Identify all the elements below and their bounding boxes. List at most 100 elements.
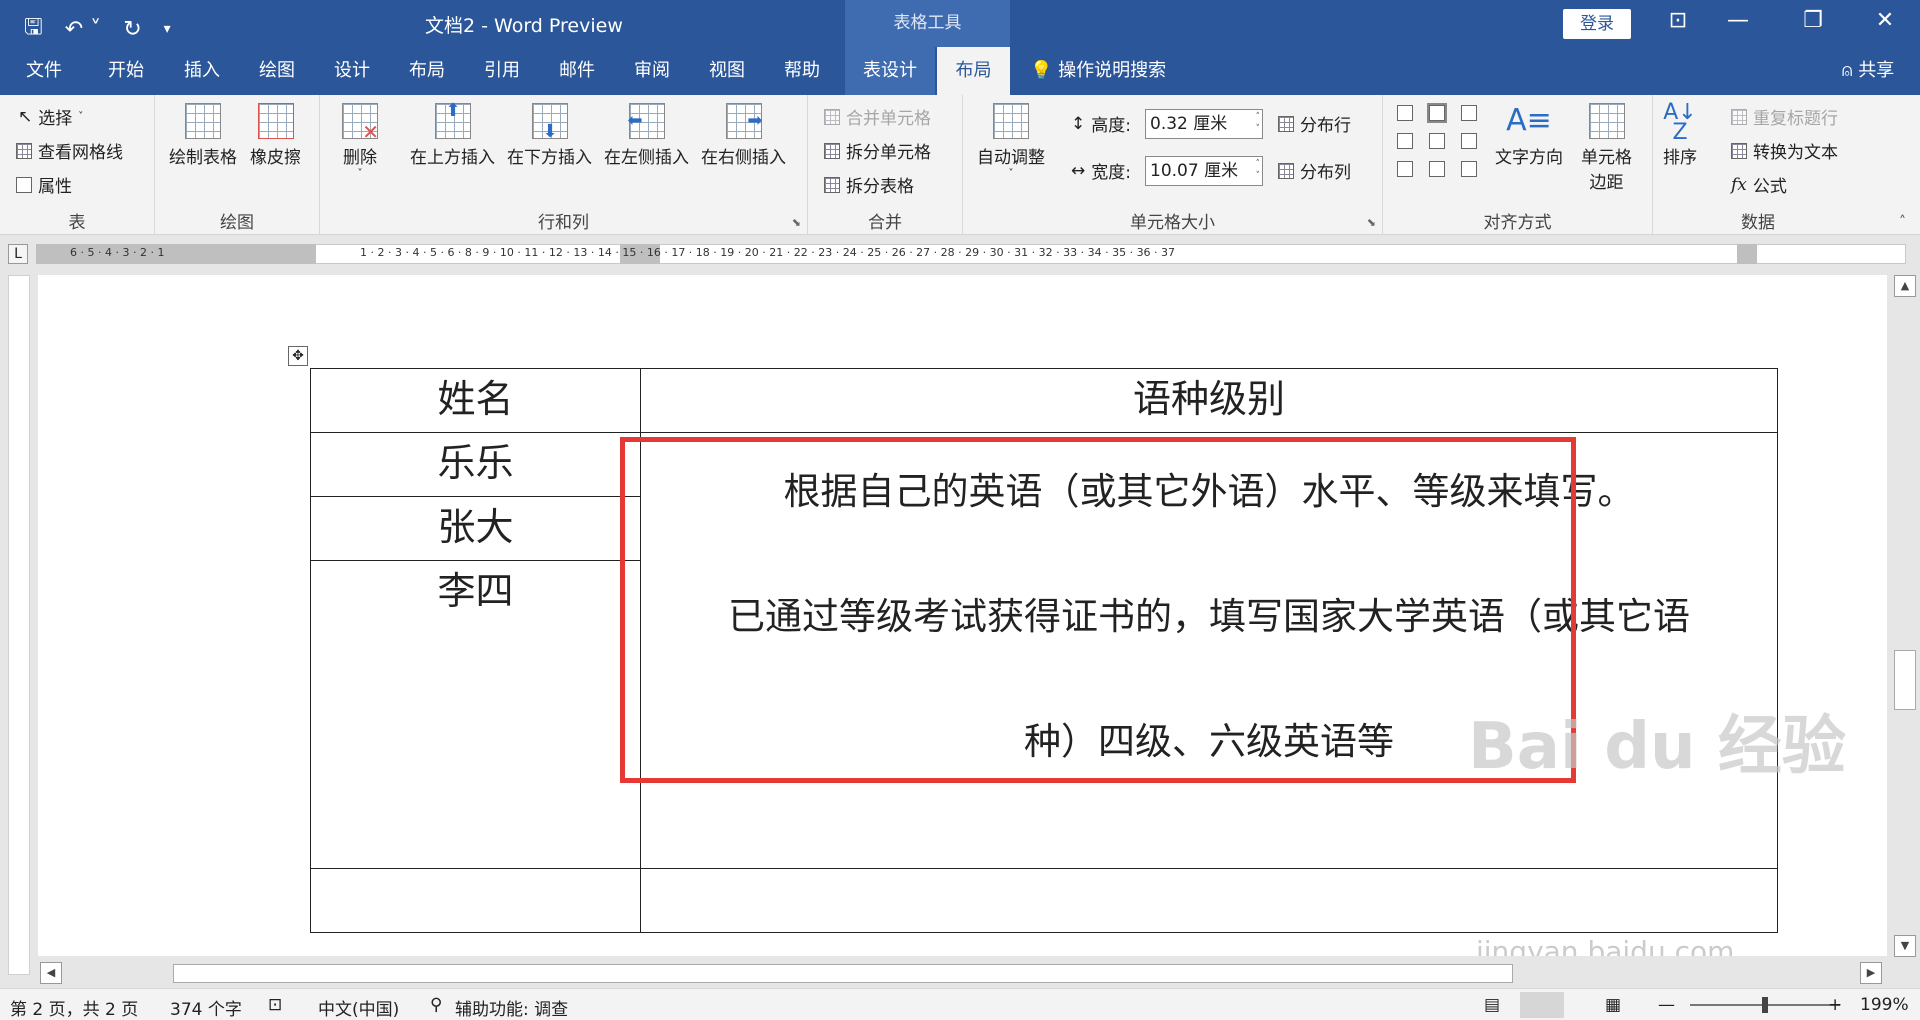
row-height-input[interactable]: 0.32 厘米 ˄ ˅ [1145, 109, 1263, 139]
delete-button[interactable]: ✕ 删除 ˅ [342, 103, 379, 179]
zoom-slider-thumb[interactable] [1762, 997, 1768, 1013]
scroll-down-icon[interactable]: ▼ [1894, 935, 1916, 957]
table-header-cell[interactable]: 语种级别 [640, 368, 1778, 433]
document-canvas[interactable]: ✥ 姓名 语种级别 乐乐 根据自己的英语（或其它外语）水平、等级来填写。 已通过… [38, 275, 1887, 956]
share-button[interactable]: ⍝ 共享 [1818, 47, 1918, 95]
scroll-right-icon[interactable]: ▶ [1860, 962, 1882, 984]
word-count[interactable]: 374 个字 [170, 995, 242, 1020]
table-cell[interactable] [310, 868, 641, 933]
vertical-scroll-thumb[interactable] [1894, 650, 1916, 710]
login-button[interactable]: 登录 [1563, 9, 1631, 39]
save-icon[interactable]: 🖫 [24, 10, 43, 48]
zoom-out-icon[interactable]: — [1658, 995, 1675, 1015]
tab-home[interactable]: 开始 [92, 47, 160, 95]
split-table-button[interactable]: 拆分表格 [824, 172, 914, 197]
group-label-data: 数据 [1741, 213, 1775, 233]
scroll-left-icon[interactable]: ◀ [40, 962, 62, 984]
align-middle-right-icon[interactable] [1461, 133, 1477, 149]
group-label-draw: 绘图 [220, 213, 254, 233]
tab-design[interactable]: 设计 [318, 47, 386, 95]
align-middle-left-icon[interactable] [1397, 133, 1413, 149]
tell-me-search[interactable]: 💡 操作说明搜索 [1030, 47, 1190, 95]
formula-button[interactable]: fx 公式 [1731, 172, 1787, 198]
convert-to-text-button[interactable]: 转换为文本 [1731, 138, 1838, 163]
align-top-center-icon[interactable] [1427, 103, 1447, 123]
merge-cells-button[interactable]: 合并单元格 [824, 104, 931, 129]
sort-button[interactable]: A↓ Z 排序 [1663, 102, 1697, 169]
column-width-input[interactable]: 10.07 厘米 ˄ ˅ [1145, 156, 1263, 186]
tab-table-layout[interactable]: 布局 [937, 47, 1010, 95]
eraser-button[interactable]: 橡皮擦 [250, 103, 301, 168]
draw-table-button[interactable]: 绘制表格 [169, 103, 237, 168]
align-bottom-left-icon[interactable] [1397, 161, 1413, 177]
select-button[interactable]: ↖ 选择 ˅ [18, 104, 83, 130]
insert-right-button[interactable]: ➡ 在右侧插入 [701, 103, 786, 168]
vertical-ruler[interactable] [8, 275, 30, 975]
horizontal-scrollbar[interactable]: ◀ ▶ [38, 961, 1886, 986]
tab-table-design[interactable]: 表设计 [845, 47, 935, 95]
horizontal-scroll-thumb[interactable] [173, 964, 1513, 983]
merge-cells-icon [824, 108, 840, 125]
split-cells-icon [824, 142, 840, 159]
autofit-button[interactable]: 自动调整 ˅ [977, 103, 1045, 179]
accessibility-status[interactable]: 辅助功能: 调查 [455, 995, 568, 1020]
table-cell[interactable]: 乐乐 [310, 432, 641, 497]
view-gridlines-button[interactable]: 查看网格线 [16, 138, 123, 163]
vertical-scrollbar[interactable]: ▲ ▼ [1890, 275, 1920, 961]
table-cell[interactable] [640, 868, 1778, 933]
redo-icon[interactable]: ↻ [123, 17, 141, 42]
restore-icon[interactable]: ❐ [1793, 8, 1833, 33]
tab-layout[interactable]: 布局 [393, 47, 461, 95]
ruler-column-marker[interactable] [1737, 244, 1757, 264]
tab-view[interactable]: 视图 [693, 47, 761, 95]
insert-above-button[interactable]: ⬆ 在上方插入 [410, 100, 495, 168]
repeat-header-rows-button[interactable]: 重复标题行 [1731, 104, 1838, 129]
tab-selector-icon[interactable]: L [8, 244, 28, 264]
distribute-rows-button[interactable]: 分布行 [1278, 111, 1351, 136]
table-move-handle-icon[interactable]: ✥ [288, 346, 308, 366]
align-bottom-center-icon[interactable] [1429, 161, 1445, 177]
properties-button[interactable]: 属性 [16, 172, 72, 197]
spinner-arrows-icon[interactable]: ˄ ˅ [1256, 158, 1261, 182]
zoom-in-icon[interactable]: + [1828, 995, 1842, 1015]
scroll-up-icon[interactable]: ▲ [1894, 275, 1916, 297]
language-indicator[interactable]: 中文(中国) [318, 995, 399, 1020]
tab-references[interactable]: 引用 [468, 47, 536, 95]
tab-review[interactable]: 审阅 [618, 47, 686, 95]
web-layout-icon[interactable]: ▦ [1605, 995, 1621, 1015]
dialog-launcher-icon[interactable]: ⬊ [1367, 216, 1376, 229]
cell-margins-button[interactable]: 单元格 边距 [1581, 103, 1632, 193]
ribbon-display-options-icon[interactable]: ⊡ [1658, 8, 1698, 33]
split-cells-button[interactable]: 拆分单元格 [824, 138, 931, 163]
tab-help[interactable]: 帮助 [768, 47, 836, 95]
table-header-cell[interactable]: 姓名 [310, 368, 641, 433]
accessibility-icon[interactable]: ⚲ [430, 995, 442, 1015]
minimize-icon[interactable]: — [1718, 8, 1758, 33]
align-top-left-icon[interactable] [1397, 105, 1413, 121]
dialog-launcher-icon[interactable]: ⬊ [792, 216, 801, 229]
insert-below-button[interactable]: ⬇ 在下方插入 [507, 103, 592, 168]
proofing-icon[interactable]: ⊡ [268, 995, 282, 1015]
tab-draw[interactable]: 绘图 [243, 47, 311, 95]
zoom-level[interactable]: 199% [1860, 995, 1909, 1015]
distribute-columns-button[interactable]: 分布列 [1278, 158, 1351, 183]
table-cell[interactable]: 李四 [310, 560, 641, 869]
table-cell[interactable]: 张大 [310, 496, 641, 561]
tab-insert[interactable]: 插入 [168, 47, 236, 95]
collapse-ribbon-icon[interactable]: ˄ [1899, 214, 1906, 230]
align-middle-center-icon[interactable] [1429, 133, 1445, 149]
align-top-right-icon[interactable] [1461, 105, 1477, 121]
spinner-arrows-icon[interactable]: ˄ ˅ [1256, 111, 1261, 135]
tab-mailings[interactable]: 邮件 [543, 47, 611, 95]
read-mode-icon[interactable]: ▤ [1484, 995, 1500, 1015]
align-bottom-right-icon[interactable] [1461, 161, 1477, 177]
customize-toolbar-icon[interactable]: ▾ [164, 21, 171, 37]
text-direction-button[interactable]: A≡ 文字方向 [1495, 103, 1563, 168]
tab-file[interactable]: 文件 [14, 47, 74, 95]
print-layout-icon[interactable] [1520, 992, 1564, 1018]
insert-left-button[interactable]: ⬅ 在左侧插入 [604, 103, 689, 168]
close-icon[interactable]: ✕ [1865, 8, 1905, 33]
undo-icon[interactable]: ↶ ˅ [65, 17, 101, 42]
table-row [310, 868, 1778, 933]
page-count[interactable]: 第 2 页，共 2 页 [10, 995, 138, 1020]
